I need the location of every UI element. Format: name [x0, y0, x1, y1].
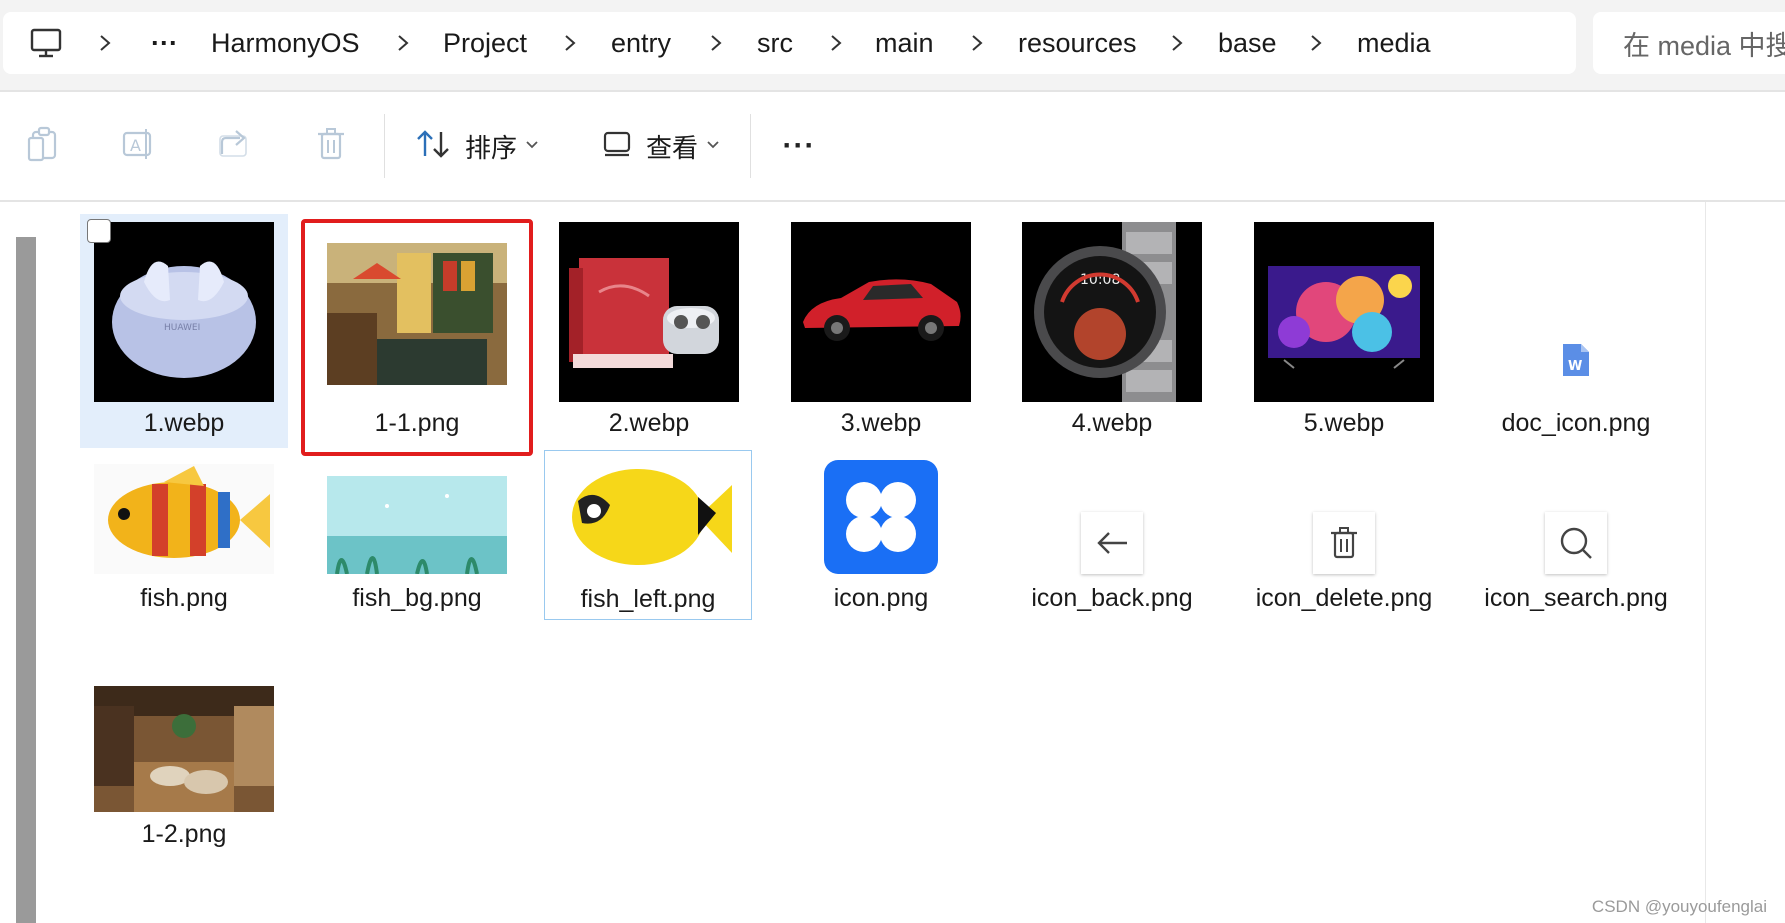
file-item[interactable]: icon_search.png [1472, 448, 1680, 616]
file-item[interactable]: icon_back.png [1008, 448, 1216, 616]
rename-icon: A [120, 127, 156, 166]
file-name: 3.webp [840, 409, 922, 437]
file-item[interactable]: fish.png [80, 448, 288, 616]
thumbnail-red-car [791, 222, 971, 402]
file-item[interactable]: icon.png [777, 448, 985, 616]
search-placeholder: 在 media 中搜 [1623, 30, 1785, 61]
file-item[interactable]: icon_delete.png [1240, 448, 1448, 616]
view-label: 查看 [645, 132, 698, 163]
address-bar[interactable]: ··· HarmonyOS Project entry src main res… [3, 12, 1576, 74]
delete-button[interactable] [309, 92, 353, 200]
thumbnail-blue-app-icon [824, 460, 938, 574]
breadcrumb-item[interactable]: base [1218, 12, 1277, 74]
command-bar: A 排序 查看 ··· [0, 92, 1785, 200]
clipboard-icon [27, 126, 61, 167]
svg-text:W: W [1568, 359, 1582, 374]
file-name: 4.webp [1071, 409, 1153, 437]
back-arrow-icon [1081, 512, 1143, 574]
svg-text:HUAWEI: HUAWEI [164, 323, 200, 333]
share-button[interactable] [213, 92, 257, 200]
trash-icon [1313, 512, 1375, 574]
view-button[interactable]: 查看 [594, 92, 728, 200]
sort-icon [415, 128, 451, 165]
file-item[interactable]: W doc_icon.png [1472, 214, 1680, 448]
thumbnail-red-box-earbuds [559, 222, 739, 402]
chevron-right-icon[interactable] [392, 12, 414, 74]
search-input[interactable]: 在 media 中搜 [1593, 12, 1785, 74]
thumbnail-restaurant-hall [94, 686, 274, 812]
thumbnail-striped-fish [94, 464, 274, 574]
file-name: icon_search.png [1484, 584, 1668, 612]
chevron-down-icon [706, 137, 720, 155]
sort-button[interactable]: 排序 [412, 92, 542, 200]
file-item[interactable]: 10:08 4.webp [1008, 214, 1216, 448]
chevron-down-icon [525, 137, 539, 155]
share-icon [218, 128, 252, 165]
thumbnail-underwater-scene [327, 476, 507, 574]
thumbnail-yellow-fish [558, 457, 738, 575]
chevron-right-icon[interactable] [825, 12, 847, 74]
file-item[interactable]: fish_left.png [544, 450, 752, 620]
rename-button[interactable]: A [116, 92, 160, 200]
file-name: 5.webp [1303, 409, 1385, 437]
breadcrumb-item-current[interactable]: media [1357, 12, 1431, 74]
file-name: doc_icon.png [1501, 409, 1651, 437]
file-name: icon_delete.png [1255, 584, 1433, 612]
file-name: 1-1.png [374, 409, 460, 437]
thumbnail-restaurant-interior [327, 243, 507, 385]
file-item[interactable]: 2.webp [545, 214, 753, 448]
file-name: fish_bg.png [352, 584, 482, 612]
chevron-right-icon[interactable] [966, 12, 988, 74]
file-name: icon.png [833, 584, 929, 612]
file-item[interactable]: 1-1.png [301, 219, 533, 456]
thumbnail-earbuds-case: HUAWEI [94, 222, 274, 402]
divider [1705, 202, 1706, 923]
breadcrumb-item[interactable]: entry [611, 12, 671, 74]
file-name: 1-2.png [141, 820, 227, 848]
chevron-right-icon[interactable] [1166, 12, 1188, 74]
watermark: CSDN @youyoufenglai [1591, 897, 1767, 916]
chevron-right-icon[interactable] [94, 12, 116, 74]
navigation-pane-edge [0, 202, 40, 923]
file-name: fish_left.png [580, 585, 716, 613]
file-item[interactable]: HUAWEI 1.webp [80, 214, 288, 448]
file-item[interactable]: 3.webp [777, 214, 985, 448]
file-name: icon_back.png [1031, 584, 1193, 612]
file-name: fish.png [140, 584, 228, 612]
computer-icon[interactable] [29, 26, 63, 65]
breadcrumb-item[interactable]: Project [443, 12, 527, 74]
chevron-right-icon[interactable] [705, 12, 727, 74]
doc-icon: W [1561, 342, 1591, 378]
more-icon: ··· [782, 129, 816, 162]
breadcrumb-item[interactable]: main [875, 12, 934, 74]
file-name: 1.webp [143, 409, 225, 437]
toolbar-divider [750, 114, 751, 178]
file-item[interactable]: 5.webp [1240, 214, 1448, 448]
chevron-right-icon[interactable] [1305, 12, 1327, 74]
thumbnail-smartwatch: 10:08 [1022, 222, 1202, 402]
copy-button[interactable] [22, 92, 66, 200]
more-options-button[interactable]: ··· [772, 92, 826, 200]
breadcrumb-item[interactable]: src [757, 12, 793, 74]
file-item[interactable]: 1-2.png [80, 672, 288, 852]
toolbar-divider [384, 114, 385, 178]
scrollbar[interactable] [16, 237, 36, 923]
thumbnail-tv-screen [1254, 222, 1434, 402]
file-name: 2.webp [608, 409, 690, 437]
breadcrumb-item[interactable]: resources [1018, 12, 1137, 74]
svg-text:A: A [130, 136, 141, 155]
breadcrumb-item[interactable]: HarmonyOS [211, 12, 360, 74]
search-icon [1545, 512, 1607, 574]
file-grid: HUAWEI 1.webp 1-1.png 2.webp 3.webp 10:0… [0, 202, 1785, 923]
selection-checkbox[interactable] [87, 219, 111, 243]
chevron-right-icon[interactable] [559, 12, 581, 74]
file-item[interactable]: fish_bg.png [313, 448, 521, 616]
trash-icon [316, 127, 346, 166]
address-bar-area: ··· HarmonyOS Project entry src main res… [0, 0, 1785, 90]
sort-label: 排序 [464, 132, 517, 163]
view-icon [602, 130, 632, 163]
breadcrumb-overflow[interactable]: ··· [151, 12, 178, 74]
